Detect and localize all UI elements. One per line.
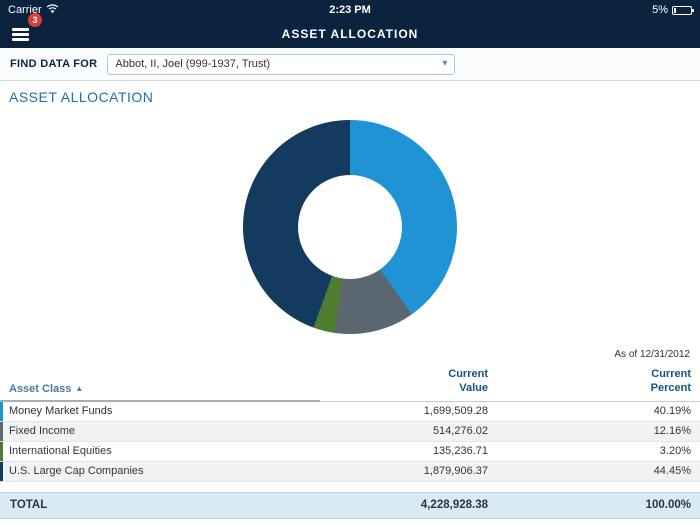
current-percent-cell: 44.45% (500, 462, 700, 481)
asset-class-cell: U.S. Large Cap Companies (0, 462, 320, 481)
status-bar: Carrier 2:23 PM 5% (0, 0, 700, 20)
row-color-indicator (0, 402, 3, 421)
asset-class-cell: International Equities (0, 442, 320, 461)
chart-area (0, 107, 700, 347)
total-row: TOTAL 4,228,928.38 100.00% (0, 492, 700, 519)
asset-class-cell: Money Market Funds (0, 402, 320, 421)
wifi-icon (46, 4, 59, 17)
battery-percent-label: 5% (652, 4, 668, 16)
page-title: ASSET ALLOCATION (282, 27, 419, 41)
battery-icon (672, 6, 692, 15)
find-data-label: FIND DATA FOR (10, 58, 97, 70)
notification-badge: 3 (28, 13, 42, 27)
sort-ascending-icon: ▲ (75, 384, 83, 393)
nav-bar: 3 ASSET ALLOCATION (0, 20, 700, 48)
current-value-cell: 514,276.02 (320, 422, 500, 441)
current-value-cell: 1,699,509.28 (320, 402, 500, 421)
total-value: 4,228,928.38 (320, 493, 500, 518)
table-header-row: Asset Class ▲ Current Value Current Perc… (0, 365, 700, 402)
chevron-down-icon: ▾ (442, 59, 447, 69)
current-percent-cell: 12.16% (500, 422, 700, 441)
row-color-indicator (0, 422, 3, 441)
current-value-cell: 1,879,906.37 (320, 462, 500, 481)
asset-class-header-label: Asset Class (9, 383, 71, 395)
account-select-value: Abbot, II, Joel (999-1937, Trust) (115, 58, 270, 70)
column-header-asset-class[interactable]: Asset Class ▲ (0, 365, 320, 402)
menu-icon[interactable] (12, 28, 29, 41)
current-percent-cell: 3.20% (500, 442, 700, 461)
as-of-date: As of 12/31/2012 (0, 347, 700, 365)
table-row[interactable]: U.S. Large Cap Companies1,879,906.3744.4… (0, 462, 700, 482)
table-total-spacer (0, 482, 700, 492)
column-header-current-value[interactable]: Current Value (320, 365, 500, 401)
asset-class-cell: Fixed Income (0, 422, 320, 441)
total-label: TOTAL (0, 493, 320, 518)
table-row[interactable]: Fixed Income514,276.0212.16% (0, 422, 700, 442)
table-row[interactable]: International Equities135,236.713.20% (0, 442, 700, 462)
section-title: ASSET ALLOCATION (0, 81, 700, 107)
current-value-cell: 135,236.71 (320, 442, 500, 461)
donut-chart[interactable] (243, 120, 457, 334)
table-row[interactable]: Money Market Funds1,699,509.2840.19% (0, 402, 700, 422)
column-header-current-percent[interactable]: Current Percent (500, 365, 700, 401)
account-select[interactable]: Abbot, II, Joel (999-1937, Trust) ▾ (107, 54, 455, 75)
row-color-indicator (0, 462, 3, 481)
current-percent-cell: 40.19% (500, 402, 700, 421)
row-color-indicator (0, 442, 3, 461)
find-data-bar: FIND DATA FOR Abbot, II, Joel (999-1937,… (0, 48, 700, 81)
asset-allocation-table: Asset Class ▲ Current Value Current Perc… (0, 365, 700, 519)
table-body: Money Market Funds1,699,509.2840.19%Fixe… (0, 402, 700, 482)
clock: 2:23 PM (329, 4, 371, 16)
total-percent: 100.00% (500, 493, 700, 518)
